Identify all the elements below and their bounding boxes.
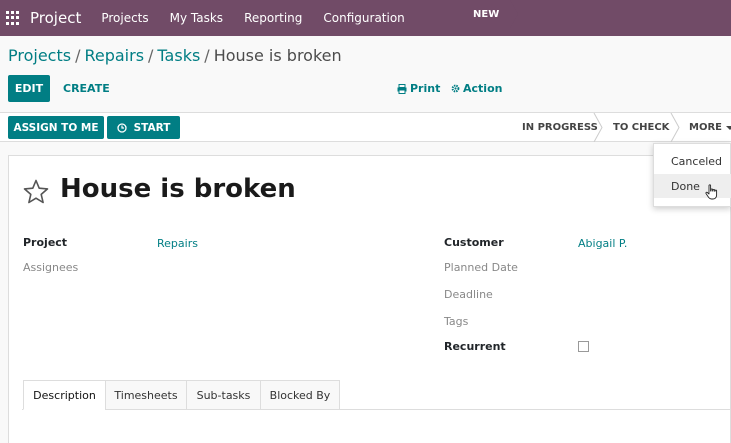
stage-chevron-divider <box>593 113 603 142</box>
stage-in-progress[interactable]: IN PROGRESS <box>522 113 598 142</box>
menu-item-canceled[interactable]: Canceled <box>654 149 731 173</box>
recurrent-label: Recurrent <box>444 340 506 353</box>
nav-configuration[interactable]: Configuration <box>323 11 404 25</box>
stage-to-check[interactable]: TO CHECK <box>613 113 669 142</box>
print-label: Print <box>410 82 441 95</box>
project-label: Project <box>23 236 68 249</box>
more-stages-dropdown: Canceled Done <box>653 143 731 207</box>
start-button[interactable]: START <box>107 116 180 139</box>
tab-blocked-by[interactable]: Blocked By <box>260 380 340 410</box>
create-button[interactable]: CREATE <box>63 82 110 95</box>
breadcrumb: Projects / Repairs / Tasks / House is broken <box>8 46 342 65</box>
tags-label: Tags <box>444 315 469 328</box>
app-brand[interactable]: Project <box>30 9 81 27</box>
breadcrumb-projects[interactable]: Projects <box>8 46 71 65</box>
print-button[interactable]: Print <box>397 82 440 95</box>
star-icon[interactable] <box>22 178 50 206</box>
breadcrumb-separator: / <box>204 46 210 65</box>
project-value[interactable]: Repairs <box>157 237 198 250</box>
tab-sub-tasks[interactable]: Sub-tasks <box>186 380 261 410</box>
menu-item-done[interactable]: Done <box>654 174 731 198</box>
tab-timesheets[interactable]: Timesheets <box>105 380 187 410</box>
clock-icon <box>116 122 127 133</box>
caret-down-icon <box>725 125 731 130</box>
breadcrumb-tasks[interactable]: Tasks <box>157 46 200 65</box>
print-icon <box>397 83 407 94</box>
nav-my-tasks[interactable]: My Tasks <box>170 11 223 25</box>
action-label: Action <box>463 82 503 95</box>
nav-reporting[interactable]: Reporting <box>244 11 302 25</box>
breadcrumb-repairs[interactable]: Repairs <box>84 46 144 65</box>
action-button[interactable]: Action <box>451 82 502 95</box>
tab-description[interactable]: Description <box>23 380 106 410</box>
breadcrumb-separator: / <box>75 46 81 65</box>
start-label: START <box>133 121 171 134</box>
customer-label: Customer <box>444 236 504 249</box>
hand-pointer-icon <box>705 184 718 200</box>
top-navbar: Project Projects My Tasks Reporting Conf… <box>0 0 731 36</box>
stage-more-label: MORE <box>689 122 722 133</box>
stage-more-toggle[interactable]: MORE <box>689 113 731 142</box>
nav-projects[interactable]: Projects <box>101 11 148 25</box>
breadcrumb-separator: / <box>148 46 154 65</box>
assign-to-me-button[interactable]: ASSIGN TO ME <box>8 116 104 139</box>
planned-date-label: Planned Date <box>444 261 518 274</box>
deadline-label: Deadline <box>444 288 493 301</box>
assignees-label: Assignees <box>23 261 79 274</box>
apps-grid-icon[interactable] <box>6 11 20 25</box>
task-title[interactable]: House is broken <box>60 174 296 204</box>
breadcrumb-current: House is broken <box>213 46 342 65</box>
gear-icon <box>451 84 460 93</box>
edit-button[interactable]: EDIT <box>8 75 50 102</box>
customer-value[interactable]: Abigail P. <box>578 237 627 250</box>
stage-new[interactable]: NEW <box>460 0 518 29</box>
recurrent-checkbox[interactable] <box>578 341 589 352</box>
stage-chevron-divider <box>670 113 680 142</box>
